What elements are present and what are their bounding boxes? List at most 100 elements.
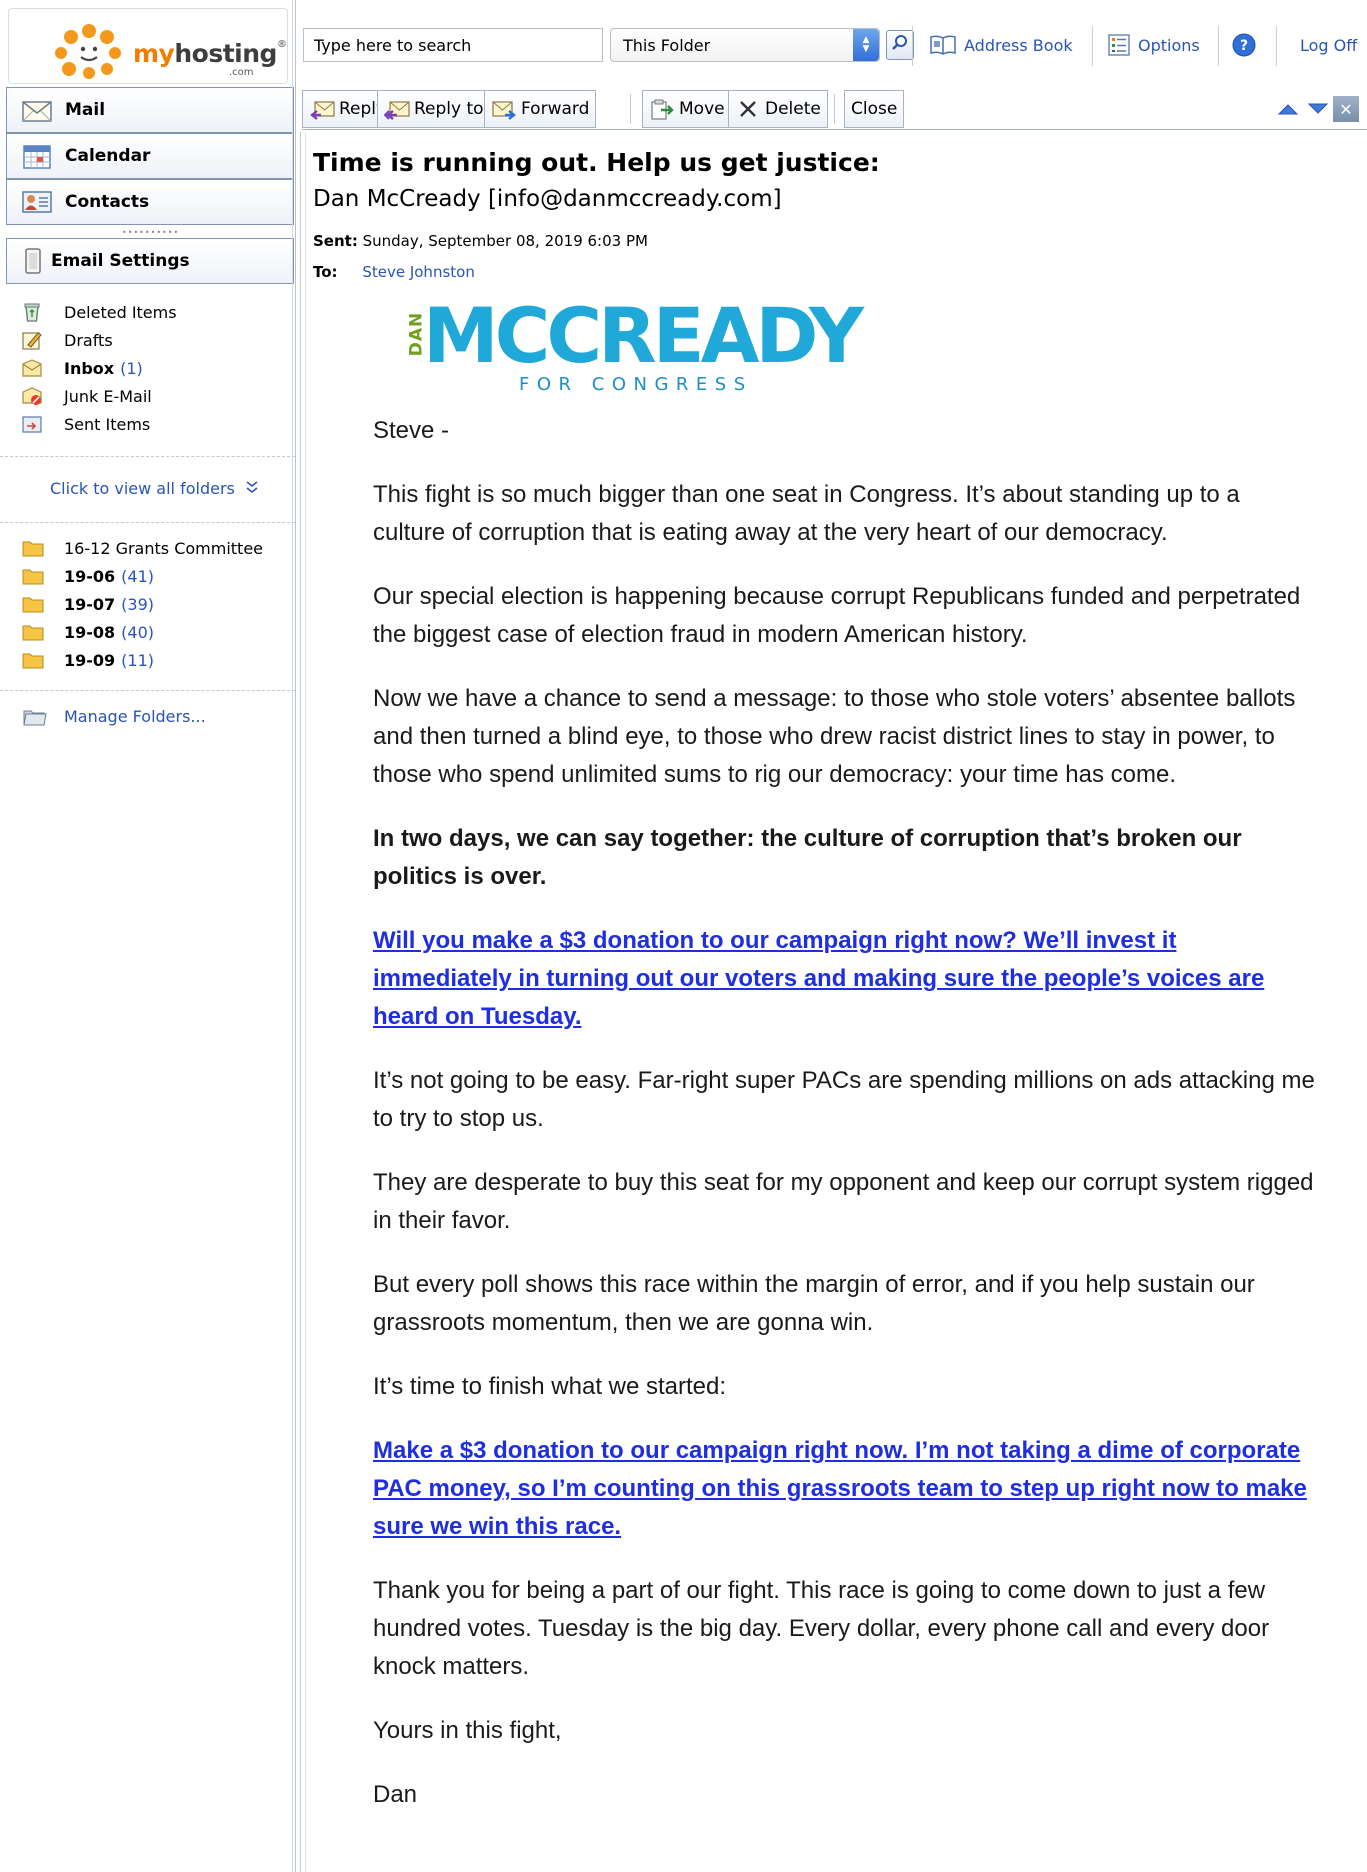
folder-divider	[0, 690, 295, 691]
paragraph: Our special election is happening becaus…	[373, 583, 1301, 648]
message-from: Dan McCready [info@danmccready.com]	[313, 186, 782, 212]
message-subject: Time is running out. Help us get justice…	[313, 148, 880, 177]
folder-deleted-items[interactable]: Deleted Items	[22, 298, 282, 326]
logo-wordmark: myhosting®	[133, 39, 287, 68]
folder-sent-items[interactable]: Sent Items	[22, 410, 282, 438]
search-button[interactable]	[886, 30, 914, 60]
sent-items-icon	[22, 414, 44, 434]
signoff: Dan	[373, 1781, 418, 1808]
forward-button[interactable]: Forward	[484, 90, 597, 128]
message-body: Steve - This fight is so much bigger tha…	[373, 412, 1318, 1840]
folder-name: 19-09	[64, 650, 116, 670]
close-button[interactable]: Close	[844, 90, 905, 128]
folder-name: 19-08	[64, 622, 116, 642]
help-question-icon: ?	[1232, 33, 1256, 57]
search-scope-select[interactable]: This Folder ▲ ▼	[610, 28, 880, 62]
message-pane: Time is running out. Help us get justice…	[300, 132, 1367, 1872]
folder-name: Junk E-Mail	[64, 386, 152, 406]
folder-name: Sent Items	[64, 414, 151, 434]
close-message-x-icon[interactable]: ✕	[1333, 96, 1359, 122]
options-link[interactable]: Options	[1108, 32, 1200, 58]
paragraph: Now we have a chance to send a message: …	[373, 685, 1296, 788]
delete-button[interactable]: Delete	[728, 90, 828, 128]
nav-mail-button[interactable]: Mail	[6, 87, 294, 133]
reply-all-icon	[384, 97, 410, 121]
logo-prefix: my	[133, 39, 175, 68]
manage-folders-label: Manage Folders...	[64, 706, 206, 726]
folder-drafts[interactable]: Drafts	[22, 326, 282, 354]
double-chevron-down-icon	[245, 480, 259, 498]
folder-inbox[interactable]: Inbox (1)	[22, 354, 282, 382]
options-list-icon	[1108, 34, 1130, 56]
forward-label: Forward	[521, 99, 590, 119]
help-button[interactable]: ?	[1232, 32, 1264, 58]
address-book-label: Address Book	[964, 35, 1073, 55]
envelope-icon	[21, 96, 53, 124]
folder-name: 16-12 Grants Committee	[64, 538, 264, 558]
splitter-grip[interactable]: ••••••••••	[122, 228, 179, 237]
move-label: Move	[679, 99, 725, 119]
to-label: To:	[313, 263, 338, 281]
paragraph: They are desperate to buy this seat for …	[373, 1169, 1314, 1234]
paragraph: This fight is so much bigger than one se…	[373, 481, 1240, 546]
recipient-link[interactable]: Steve Johnston	[362, 263, 475, 281]
top-bar: This Folder ▲▼ Address Book Options ? Lo…	[300, 22, 1367, 66]
nav-mail-label: Mail	[65, 100, 106, 120]
toolbar-divider	[1218, 26, 1219, 66]
delete-x-icon	[735, 97, 761, 121]
delete-label: Delete	[765, 99, 821, 119]
donation-link-2[interactable]: Make a $3 donation to our campaign right…	[373, 1437, 1307, 1540]
folder-junk-email[interactable]: Junk E-Mail	[22, 382, 282, 410]
calendar-icon	[21, 142, 53, 170]
address-book-link[interactable]: Address Book	[930, 32, 1073, 58]
select-arrows-icon: ▲ ▼	[853, 29, 879, 61]
nav-contacts-label: Contacts	[65, 192, 150, 212]
folder-icon	[22, 538, 44, 558]
toolbar-divider	[1092, 26, 1093, 66]
manage-folders-link[interactable]: Manage Folders...	[22, 705, 206, 727]
logo-tld: .com	[229, 67, 254, 78]
junk-mail-icon	[22, 386, 44, 406]
folder-name: 19-07	[64, 594, 116, 614]
logo-sun-icon	[55, 24, 121, 79]
address-book-icon	[930, 35, 956, 55]
next-message-arrow-icon[interactable]	[1303, 96, 1333, 122]
paragraph: But every poll shows this race within th…	[373, 1271, 1255, 1336]
view-all-folders-link[interactable]: Click to view all folders	[50, 479, 259, 498]
previous-message-arrow-icon[interactable]	[1273, 96, 1303, 122]
search-input[interactable]	[303, 28, 603, 62]
folder-name: Drafts	[64, 330, 113, 350]
folder-19-06[interactable]: 19-06 (41)	[22, 562, 282, 590]
toolbar-separator	[630, 94, 632, 124]
nav-email-settings-button[interactable]: Email Settings	[6, 238, 294, 284]
nav-email-settings-label: Email Settings	[51, 251, 190, 271]
folder-19-09[interactable]: 19-09 (11)	[22, 646, 282, 674]
donation-link-1[interactable]: Will you make a $3 donation to our campa…	[373, 927, 1264, 1030]
folder-16-12-grants-committee[interactable]: 16-12 Grants Committee	[22, 534, 282, 562]
bold-paragraph: In two days, we can say together: the cu…	[373, 825, 1242, 890]
message-to-row: To: Steve Johnston	[313, 263, 475, 281]
log-off-link[interactable]: Log Off	[1300, 32, 1357, 58]
view-all-folders-label: Click to view all folders	[50, 479, 235, 498]
myhosting-logo[interactable]: myhosting® .com	[8, 8, 288, 84]
unread-count: (40)	[121, 622, 155, 642]
svg-text:?: ?	[1240, 38, 1248, 54]
search-scope-value: This Folder	[623, 35, 711, 55]
folder-19-07[interactable]: 19-07 (39)	[22, 590, 282, 618]
nav-calendar-button[interactable]: Calendar	[6, 133, 294, 179]
folder-divider	[0, 522, 295, 523]
move-icon	[649, 97, 675, 121]
folder-divider	[0, 456, 295, 457]
unread-count: (1)	[120, 358, 143, 378]
folder-19-08[interactable]: 19-08 (40)	[22, 618, 282, 646]
nav-contacts-button[interactable]: Contacts	[6, 179, 294, 225]
folder-icon	[22, 566, 44, 586]
unread-count: (41)	[121, 566, 155, 586]
forward-icon	[491, 97, 517, 121]
close-label: Close	[851, 99, 898, 119]
message-sent-row: Sent: Sunday, September 08, 2019 6:03 PM	[313, 232, 648, 250]
options-label: Options	[1138, 35, 1200, 55]
paragraph: Thank you for being a part of our fight.…	[373, 1577, 1270, 1680]
unread-count: (39)	[121, 594, 155, 614]
move-button[interactable]: Move	[642, 90, 732, 128]
